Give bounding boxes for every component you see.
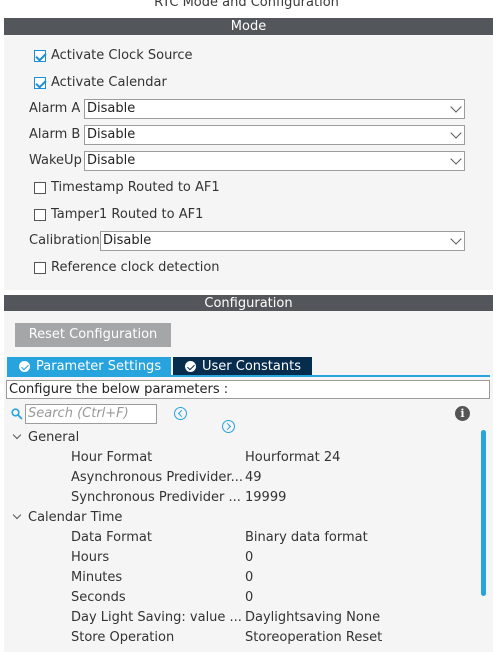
wakeup-select[interactable]: Disable <box>84 151 465 171</box>
info-icon[interactable]: i <box>455 406 470 421</box>
param-value[interactable]: 0 <box>245 568 253 588</box>
param-name: Store Operation <box>71 630 175 645</box>
mode-section-header: Mode <box>4 18 493 35</box>
scrollbar[interactable] <box>481 430 486 596</box>
wakeup-label: WakeUp <box>29 153 82 168</box>
alarm-a-label: Alarm A <box>29 101 81 116</box>
activate-calendar-checkbox[interactable] <box>34 76 46 89</box>
reset-configuration-button[interactable]: Reset Configuration <box>15 323 171 347</box>
param-value[interactable]: 19999 <box>245 488 286 508</box>
arrow-right-icon[interactable] <box>222 420 235 433</box>
alarm-a-select[interactable]: Disable <box>84 99 465 119</box>
calibration-label: Calibration <box>29 233 100 248</box>
param-value[interactable]: Storeoperation Reset <box>245 628 382 648</box>
tab-user-constants-label: User Constants <box>202 359 301 374</box>
param-name: Seconds <box>71 590 126 605</box>
alarm-b-label: Alarm B <box>29 127 81 142</box>
tamper1-row[interactable]: Tamper1 Routed to AF1 <box>34 207 203 222</box>
param-name: Asynchronous Predivider... <box>71 470 243 485</box>
group-calendar-time-label: Calendar Time <box>28 510 123 525</box>
reference-clock-row[interactable]: Reference clock detection <box>34 260 220 275</box>
check-icon <box>19 361 30 372</box>
chevron-down-icon <box>450 153 462 165</box>
tab-parameter-settings[interactable]: Parameter Settings <box>7 357 171 376</box>
tamper1-checkbox[interactable] <box>34 208 46 221</box>
search-input[interactable]: Search (Ctrl+F) <box>25 404 157 424</box>
param-name: Day Light Saving: value ... <box>71 610 242 625</box>
param-value[interactable]: 49 <box>245 468 262 488</box>
calibration-select[interactable]: Disable <box>100 231 465 251</box>
mode-panel: Activate Clock Source Activate Calendar … <box>4 35 493 290</box>
group-general-label: General <box>28 430 80 445</box>
alarm-b-select[interactable]: Disable <box>84 125 465 145</box>
chevron-down-icon <box>450 233 462 245</box>
search-icon <box>11 408 23 420</box>
chevron-down-icon <box>450 127 462 139</box>
timestamp-label: Timestamp Routed to AF1 <box>51 180 220 195</box>
param-value[interactable]: Hourformat 24 <box>245 448 340 468</box>
group-calendar-time[interactable]: Calendar Time <box>12 508 123 528</box>
wakeup-value: Disable <box>87 153 136 168</box>
caret-down-icon <box>12 510 22 520</box>
alarm-b-value: Disable <box>87 127 136 142</box>
tab-underline <box>7 375 490 377</box>
tab-parameter-settings-label: Parameter Settings <box>36 359 162 374</box>
tamper1-label: Tamper1 Routed to AF1 <box>51 207 204 222</box>
param-value[interactable]: Daylightsaving None <box>245 608 380 628</box>
reference-clock-checkbox[interactable] <box>34 261 46 274</box>
group-general[interactable]: General <box>12 428 80 448</box>
param-name: Synchronous Predivider ... <box>71 490 241 505</box>
param-name: Minutes <box>71 570 123 585</box>
caret-down-icon <box>12 430 22 440</box>
param-name: Data Format <box>71 530 152 545</box>
alarm-a-value: Disable <box>87 101 136 116</box>
check-icon <box>185 361 196 372</box>
param-name: Hours <box>71 550 110 565</box>
activate-clock-source-row[interactable]: Activate Clock Source <box>34 48 193 63</box>
window-title: RTC Mode and Configuration <box>154 0 339 10</box>
activate-calendar-label: Activate Calendar <box>51 75 167 90</box>
chevron-down-icon <box>450 101 462 113</box>
param-name: Hour Format <box>71 450 153 465</box>
activate-calendar-row[interactable]: Activate Calendar <box>34 75 167 90</box>
param-value[interactable]: 0 <box>245 548 253 568</box>
reference-clock-label: Reference clock detection <box>51 260 220 275</box>
timestamp-row[interactable]: Timestamp Routed to AF1 <box>34 180 220 195</box>
configuration-section-header: Configuration <box>4 295 493 312</box>
calibration-value: Disable <box>103 233 152 248</box>
activate-clock-source-checkbox[interactable] <box>34 49 46 62</box>
description-box: Configure the below parameters : <box>6 380 490 399</box>
param-value[interactable]: Binary data format <box>245 528 368 548</box>
activate-clock-source-label: Activate Clock Source <box>51 48 193 63</box>
tab-user-constants[interactable]: User Constants <box>173 357 312 376</box>
param-value[interactable]: 0 <box>245 588 253 608</box>
arrow-left-icon[interactable] <box>174 407 187 420</box>
timestamp-checkbox[interactable] <box>34 181 46 194</box>
